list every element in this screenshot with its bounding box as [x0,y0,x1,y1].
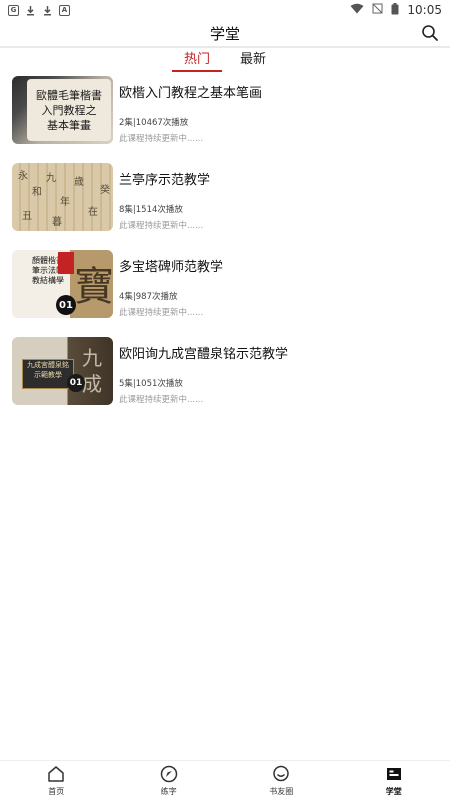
nav-label: 练字 [160,787,177,796]
course-thumbnail[interactable]: 寶 顏體楷書筆示法範教結構學 01 [12,250,113,318]
course-thumbnail[interactable]: 歐體毛筆楷書 入門教程之 基本筆畫 [12,76,113,144]
calligraphy-mark: 九成 [82,346,102,396]
thumbnail-title-card: 歐體毛筆楷書 入門教程之 基本筆畫 [27,79,111,141]
course-meta: 2集|10467次播放 [119,118,189,128]
wifi-icon [350,3,364,17]
app-notification-icon: G [8,4,19,16]
course-meta: 5集|1051次播放 [119,379,183,389]
search-icon[interactable] [420,23,440,43]
course-meta: 8集|1514次播放 [119,205,183,215]
status-right-icons: 10:05 [350,2,442,18]
thumbnail-badge [58,252,74,274]
course-item[interactable]: 永 和 九 年 歲 在 癸 丑 暮 兰亭序示范教学 8集|1514次播放 此课程… [0,163,450,250]
download-icon [42,5,53,16]
calligraphy-mark: 在 [88,207,98,218]
tab-hot[interactable]: 热门 [171,50,223,72]
bottom-nav: 首页 练字 书友圈 学堂 [0,760,450,800]
thumbnail-text: 入門教程之 [41,103,97,117]
app-header: 学堂 [0,20,450,46]
tab-latest[interactable]: 最新 [234,50,272,72]
compass-icon [159,764,179,784]
thumbnail-text: 九成宮醴泉銘 [27,361,69,369]
course-title[interactable]: 欧阳询九成宫醴泉铭示范教学 [119,343,288,362]
course-thumbnail[interactable]: 九成宮醴泉銘 示範教學 九成 01 [12,337,113,405]
thumbnail-text: 基本筆畫 [47,118,91,132]
calligraphy-mark: 癸 [100,185,110,196]
nav-label: 学堂 [385,787,402,796]
episode-number-badge: 01 [67,374,85,392]
course-title[interactable]: 多宝塔碑师范教学 [119,256,223,275]
course-note: 此课程持续更新中...... [119,221,204,231]
nav-home[interactable]: 首页 [0,761,113,800]
thumbnail-big-character: 寶 [74,264,113,310]
course-item[interactable]: 九成宮醴泉銘 示範教學 九成 01 欧阳询九成宫醴泉铭示范教学 5集|1051次… [0,337,450,424]
course-item[interactable]: 歐體毛筆楷書 入門教程之 基本筆畫 欧楷入门教程之基本笔画 2集|10467次播… [0,76,450,163]
course-note: 此课程持续更新中...... [119,395,204,405]
category-tabs: 热门 最新 [0,50,450,72]
calligraphy-mark: 年 [60,197,70,208]
header-divider [0,46,450,48]
course-thumbnail[interactable]: 永 和 九 年 歲 在 癸 丑 暮 [12,163,113,231]
chat-icon [271,764,291,784]
signal-off-icon [372,3,383,17]
home-icon [46,764,66,784]
course-list: 歐體毛筆楷書 入門教程之 基本筆畫 欧楷入门教程之基本笔画 2集|10467次播… [0,76,450,424]
nav-label: 书友圈 [269,787,294,796]
calligraphy-mark: 丑 [22,211,32,222]
calligraphy-mark: 和 [32,187,42,198]
page-title: 学堂 [209,24,240,43]
nav-school[interactable]: 学堂 [338,761,450,800]
status-left-icons: G A [8,4,70,16]
calligraphy-mark: 永 [18,171,28,182]
course-title[interactable]: 兰亭序示范教学 [119,169,210,188]
course-item[interactable]: 寶 顏體楷書筆示法範教結構學 01 多宝塔碑师范教学 4集|987次播放 此课程… [0,250,450,337]
status-bar: G A 10:05 [0,0,450,20]
nav-label: 首页 [48,787,65,796]
calligraphy-mark: 暮 [52,217,62,228]
notification-a-icon: A [59,4,70,16]
course-note: 此课程持续更新中...... [119,134,204,144]
calligraphy-mark: 九 [46,173,56,184]
download-icon [25,5,36,16]
nav-friends[interactable]: 书友圈 [225,761,338,800]
battery-icon [391,2,399,18]
status-time: 10:05 [407,3,442,17]
course-title[interactable]: 欧楷入门教程之基本笔画 [119,82,262,101]
calligraphy-mark: 歲 [74,177,84,188]
thumbnail-text: 歐體毛筆楷書 [36,88,102,102]
episode-number-badge: 01 [56,295,76,315]
school-icon [384,764,404,784]
course-note: 此课程持续更新中...... [119,308,204,318]
nav-practice[interactable]: 练字 [113,761,226,800]
thumbnail-text: 示範教學 [34,371,62,379]
course-meta: 4集|987次播放 [119,292,178,302]
